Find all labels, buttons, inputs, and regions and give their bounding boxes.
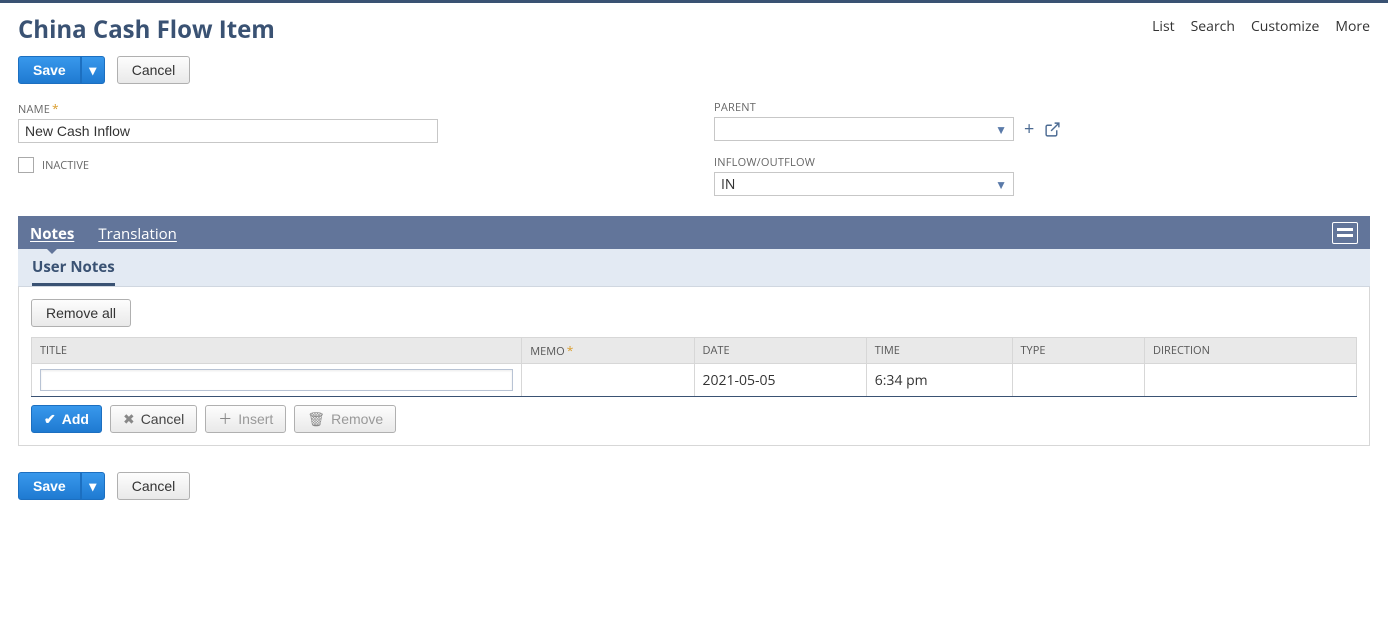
list-view-icon[interactable] bbox=[1332, 222, 1358, 244]
col-date[interactable]: DATE bbox=[694, 338, 866, 364]
save-split-button: Save ▾ bbox=[18, 56, 105, 84]
cell-title-input[interactable] bbox=[40, 369, 513, 391]
parent-select[interactable]: ▼ bbox=[714, 117, 1014, 141]
col-time[interactable]: TIME bbox=[866, 338, 1012, 364]
inflow-outflow-label: INFLOW/OUTFLOW bbox=[714, 155, 1370, 170]
save-dropdown-toggle[interactable]: ▾ bbox=[81, 56, 105, 84]
remove-all-button[interactable]: Remove all bbox=[31, 299, 131, 327]
open-parent-icon[interactable] bbox=[1044, 121, 1061, 138]
link-list[interactable]: List bbox=[1152, 17, 1175, 36]
tab-bar: Notes Translation bbox=[18, 216, 1370, 249]
name-field[interactable] bbox=[18, 119, 438, 143]
parent-label: PARENT bbox=[714, 100, 1370, 115]
insert-row-button[interactable]: ＋ Insert bbox=[205, 405, 286, 433]
plus-icon: ＋ bbox=[218, 409, 232, 429]
required-asterisk-icon: * bbox=[567, 342, 574, 359]
subtab-user-notes[interactable]: User Notes bbox=[32, 257, 115, 286]
cell-date[interactable]: 2021-05-05 bbox=[694, 364, 866, 397]
link-customize[interactable]: Customize bbox=[1251, 17, 1319, 36]
col-type[interactable]: TYPE bbox=[1012, 338, 1145, 364]
col-title[interactable]: TITLE bbox=[32, 338, 522, 364]
trash-icon: 🗑 bbox=[307, 411, 325, 428]
cell-time[interactable]: 6:34 pm bbox=[866, 364, 1012, 397]
cell-memo[interactable] bbox=[522, 364, 694, 397]
col-memo[interactable]: MEMO* bbox=[522, 338, 694, 364]
table-row[interactable]: 2021-05-05 6:34 pm bbox=[32, 364, 1357, 397]
save-split-button-bottom: Save ▾ bbox=[18, 472, 105, 500]
chevron-down-icon: ▾ bbox=[89, 62, 96, 79]
add-parent-icon[interactable]: + bbox=[1024, 120, 1034, 138]
inactive-label: INACTIVE bbox=[42, 158, 89, 173]
subtab-bar: User Notes bbox=[18, 249, 1370, 287]
name-label: NAME* bbox=[18, 100, 674, 117]
tab-notes[interactable]: Notes bbox=[30, 218, 74, 248]
inactive-checkbox[interactable] bbox=[18, 157, 34, 173]
chevron-down-icon: ▾ bbox=[89, 478, 96, 495]
user-notes-panel: Remove all TITLE MEMO* DATE TIME TYPE DI… bbox=[18, 287, 1370, 446]
check-icon: ✔ bbox=[44, 411, 56, 428]
cancel-button-bottom[interactable]: Cancel bbox=[117, 472, 191, 500]
add-row-button[interactable]: ✔ Add bbox=[31, 405, 102, 433]
chevron-down-icon: ▼ bbox=[995, 121, 1007, 138]
link-search[interactable]: Search bbox=[1191, 17, 1235, 36]
save-button[interactable]: Save bbox=[18, 56, 81, 84]
page-title: China Cash Flow Item bbox=[18, 13, 275, 46]
cancel-row-button[interactable]: ✖ Cancel bbox=[110, 405, 197, 433]
link-more[interactable]: More bbox=[1335, 17, 1370, 36]
inflow-outflow-select[interactable]: IN ▼ bbox=[714, 172, 1014, 196]
col-direction[interactable]: DIRECTION bbox=[1145, 338, 1357, 364]
cell-direction[interactable] bbox=[1145, 364, 1357, 397]
save-dropdown-toggle-bottom[interactable]: ▾ bbox=[81, 472, 105, 500]
tab-translation[interactable]: Translation bbox=[98, 218, 177, 248]
remove-row-button[interactable]: 🗑 Remove bbox=[294, 405, 396, 433]
notes-table: TITLE MEMO* DATE TIME TYPE DIRECTION 202… bbox=[31, 337, 1357, 397]
cancel-button[interactable]: Cancel bbox=[117, 56, 191, 84]
required-asterisk-icon: * bbox=[52, 100, 59, 117]
save-button-bottom[interactable]: Save bbox=[18, 472, 81, 500]
chevron-down-icon: ▼ bbox=[995, 176, 1007, 193]
cell-type[interactable] bbox=[1012, 364, 1145, 397]
close-icon: ✖ bbox=[123, 411, 135, 428]
header-links: List Search Customize More bbox=[1152, 13, 1370, 36]
